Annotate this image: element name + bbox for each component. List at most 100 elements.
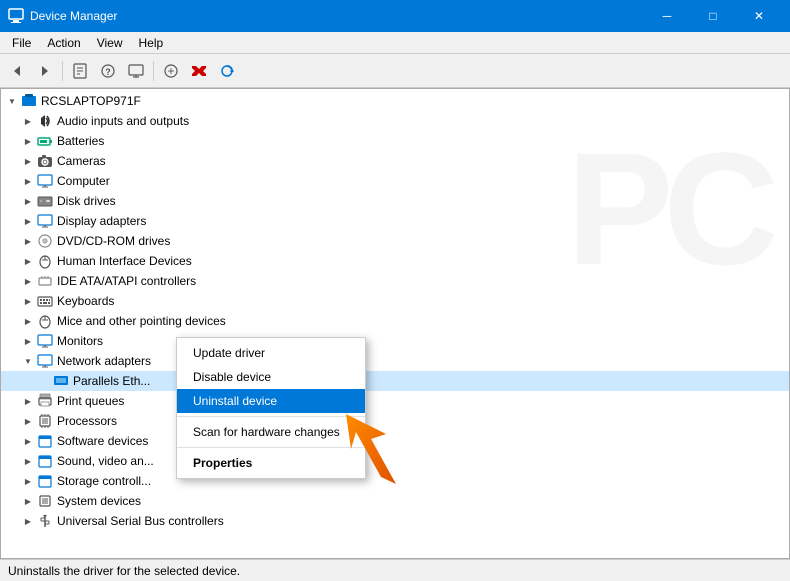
menu-file[interactable]: File bbox=[4, 34, 39, 52]
sound-icon bbox=[37, 453, 53, 469]
tree-item-diskdrives[interactable]: ▶ Disk drives bbox=[1, 191, 789, 211]
network-label: Network adapters bbox=[57, 354, 151, 368]
app-icon bbox=[8, 8, 24, 24]
monitors-label: Monitors bbox=[57, 334, 103, 348]
ctx-uninstall-device[interactable]: Uninstall device bbox=[177, 389, 365, 413]
dvd-icon bbox=[37, 233, 53, 249]
sound-label: Sound, video an... bbox=[57, 454, 154, 468]
display-toolbar-button[interactable] bbox=[123, 58, 149, 84]
menu-help[interactable]: Help bbox=[131, 34, 172, 52]
processors-icon bbox=[37, 413, 53, 429]
tree-item-storage[interactable]: ▶ Storage controll... bbox=[1, 471, 789, 491]
tree-item-network[interactable]: ▼ Network adapters bbox=[1, 351, 789, 371]
menu-action[interactable]: Action bbox=[39, 34, 88, 52]
add-toolbar-button[interactable]: + bbox=[158, 58, 184, 84]
tree-item-sound[interactable]: ▶ Sound, video an... bbox=[1, 451, 789, 471]
storage-label: Storage controll... bbox=[57, 474, 151, 488]
tree-item-ide[interactable]: ▶ IDE ATA/ATAPI controllers bbox=[1, 271, 789, 291]
keyboards-icon bbox=[37, 293, 53, 309]
system-expand: ▶ bbox=[21, 494, 35, 508]
tree-item-cameras[interactable]: ▶ Cameras bbox=[1, 151, 789, 171]
minimize-button[interactable]: ─ bbox=[644, 0, 690, 32]
root-icon bbox=[21, 93, 37, 109]
tree-item-hid[interactable]: ▶ Human Interface Devices bbox=[1, 251, 789, 271]
dvd-expand: ▶ bbox=[21, 234, 35, 248]
tree-item-processors[interactable]: ▶ Processors bbox=[1, 411, 789, 431]
tree-item-system[interactable]: ▶ System devices bbox=[1, 491, 789, 511]
tree-item-parallels[interactable]: Parallels Eth... bbox=[1, 371, 789, 391]
tree-item-print[interactable]: ▶ Print queues bbox=[1, 391, 789, 411]
title-bar: Device Manager ─ □ ✕ bbox=[0, 0, 790, 32]
audio-expand: ▶ bbox=[21, 114, 35, 128]
ctx-disable-device[interactable]: Disable device bbox=[177, 365, 365, 389]
tree-item-mice[interactable]: ▶ Mice and other pointing devices bbox=[1, 311, 789, 331]
system-label: System devices bbox=[57, 494, 141, 508]
mice-label: Mice and other pointing devices bbox=[57, 314, 226, 328]
back-button[interactable] bbox=[4, 58, 30, 84]
device-tree[interactable]: ▼ RCSLAPTOP971F ▶ Audio inputs and o bbox=[1, 89, 789, 558]
toolbar-separator-2 bbox=[153, 61, 154, 81]
audio-icon bbox=[37, 113, 53, 129]
audio-label: Audio inputs and outputs bbox=[57, 114, 189, 128]
diskdrives-label: Disk drives bbox=[57, 194, 116, 208]
cameras-expand: ▶ bbox=[21, 154, 35, 168]
diskdrives-expand: ▶ bbox=[21, 194, 35, 208]
print-icon bbox=[37, 393, 53, 409]
keyboards-expand: ▶ bbox=[21, 294, 35, 308]
hid-icon bbox=[37, 253, 53, 269]
tree-item-monitors[interactable]: ▶ Monitors bbox=[1, 331, 789, 351]
window-controls: ─ □ ✕ bbox=[644, 0, 782, 32]
computer-expand: ▶ bbox=[21, 174, 35, 188]
toolbar: ? + bbox=[0, 54, 790, 88]
print-expand: ▶ bbox=[21, 394, 35, 408]
print-label: Print queues bbox=[57, 394, 124, 408]
status-bar: Uninstalls the driver for the selected d… bbox=[0, 559, 790, 581]
network-icon bbox=[37, 353, 53, 369]
ctx-update-driver[interactable]: Update driver bbox=[177, 341, 365, 365]
remove-toolbar-button[interactable] bbox=[186, 58, 212, 84]
menu-view[interactable]: View bbox=[89, 34, 131, 52]
network-expand: ▼ bbox=[21, 354, 35, 368]
svg-text:+: + bbox=[167, 64, 174, 78]
tree-item-software[interactable]: ▶ Software devices bbox=[1, 431, 789, 451]
scan-toolbar-button[interactable] bbox=[214, 58, 240, 84]
ctx-scan-hardware[interactable]: Scan for hardware changes bbox=[177, 420, 365, 444]
window-title: Device Manager bbox=[30, 9, 644, 23]
tree-item-batteries[interactable]: ▶ Batteries bbox=[1, 131, 789, 151]
tree-item-audio[interactable]: ▶ Audio inputs and outputs bbox=[1, 111, 789, 131]
ctx-sep-2 bbox=[177, 447, 365, 448]
ide-icon bbox=[37, 273, 53, 289]
software-label: Software devices bbox=[57, 434, 148, 448]
software-expand: ▶ bbox=[21, 434, 35, 448]
tree-item-usb[interactable]: ▶ Universal Serial Bus controllers bbox=[1, 511, 789, 531]
hid-expand: ▶ bbox=[21, 254, 35, 268]
close-button[interactable]: ✕ bbox=[736, 0, 782, 32]
maximize-button[interactable]: □ bbox=[690, 0, 736, 32]
keyboards-label: Keyboards bbox=[57, 294, 114, 308]
processors-expand: ▶ bbox=[21, 414, 35, 428]
help-toolbar-button[interactable]: ? bbox=[95, 58, 121, 84]
ctx-sep-1 bbox=[177, 416, 365, 417]
cameras-icon bbox=[37, 153, 53, 169]
monitors-icon bbox=[37, 333, 53, 349]
tree-root[interactable]: ▼ RCSLAPTOP971F bbox=[1, 91, 789, 111]
root-label: RCSLAPTOP971F bbox=[41, 94, 141, 108]
usb-label: Universal Serial Bus controllers bbox=[57, 514, 224, 528]
tree-item-dvd[interactable]: ▶ DVD/CD-ROM drives bbox=[1, 231, 789, 251]
tree-item-display[interactable]: ▶ Display adapters bbox=[1, 211, 789, 231]
batteries-label: Batteries bbox=[57, 134, 104, 148]
parallels-label: Parallels Eth... bbox=[73, 374, 150, 388]
show-properties-toolbar-button[interactable] bbox=[67, 58, 93, 84]
ctx-properties[interactable]: Properties bbox=[177, 451, 365, 475]
computer-icon bbox=[37, 173, 53, 189]
parallels-icon bbox=[53, 373, 69, 389]
storage-icon bbox=[37, 473, 53, 489]
forward-button[interactable] bbox=[32, 58, 58, 84]
system-icon bbox=[37, 493, 53, 509]
dvd-label: DVD/CD-ROM drives bbox=[57, 234, 170, 248]
context-menu: Update driver Disable device Uninstall d… bbox=[176, 337, 366, 479]
svg-text:?: ? bbox=[105, 67, 111, 77]
tree-item-keyboards[interactable]: ▶ Keyboards bbox=[1, 291, 789, 311]
tree-item-computer[interactable]: ▶ Computer bbox=[1, 171, 789, 191]
storage-expand: ▶ bbox=[21, 474, 35, 488]
